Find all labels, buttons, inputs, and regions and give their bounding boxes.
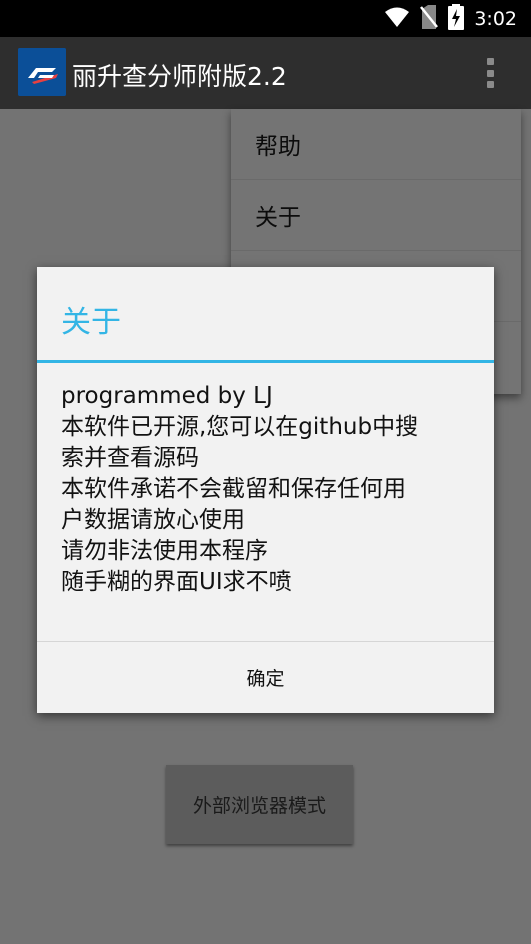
app-bar: 丽升查分师附版2.2 [0,37,531,109]
dialog-message-line: 索并查看源码 [61,445,199,471]
menu-item-about[interactable]: 关于 [231,180,521,251]
app-logo-icon [18,48,66,96]
dialog-message-line: 请勿非法使用本程序 [61,538,268,564]
dialog-ok-button[interactable]: 确定 [37,642,494,713]
dialog-message-line: 户数据请放心使用 [61,507,245,533]
dialog-title: 关于 [61,305,121,340]
browser-mode-button[interactable]: 外部浏览器模式 [166,765,353,844]
about-dialog: 关于 programmed by LJ 本软件已开源,您可以在github中搜 … [37,267,494,713]
wifi-icon [384,6,410,32]
menu-item-help[interactable]: 帮助 [231,109,521,180]
status-bar: 3:02 [0,0,531,37]
more-vert-icon[interactable] [477,55,503,91]
battery-charging-icon [448,4,465,34]
dialog-message: programmed by LJ 本软件已开源,您可以在github中搜 索并查… [61,381,471,598]
status-icons: 3:02 [384,4,517,34]
dialog-message-line: 本软件已开源,您可以在github中搜 [61,414,419,440]
dialog-message-line: programmed by LJ [61,383,273,409]
dialog-message-line: 随手糊的界面UI求不喷 [61,569,292,595]
no-sim-icon [420,5,439,33]
status-time: 3:02 [474,8,517,30]
dialog-message-line: 本软件承诺不会截留和保存任何用 [61,476,406,502]
dialog-title-divider [37,360,494,363]
app-title: 丽升查分师附版2.2 [72,62,287,91]
